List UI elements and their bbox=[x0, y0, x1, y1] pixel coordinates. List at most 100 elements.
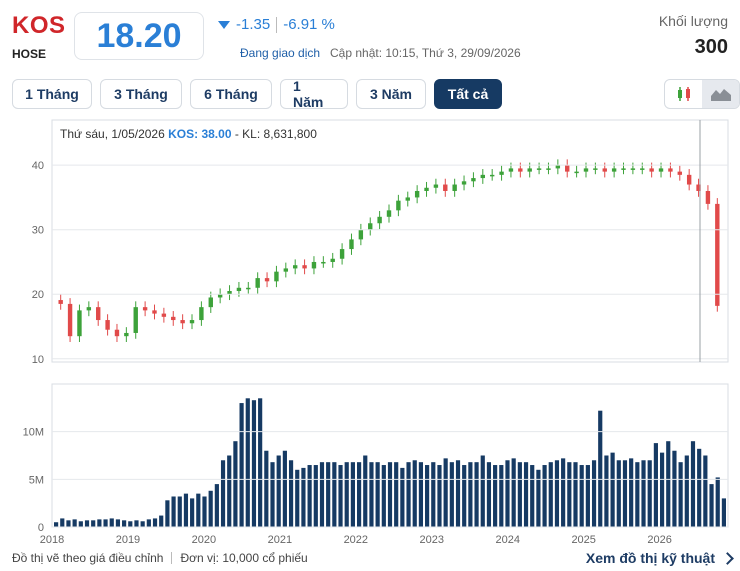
chart-axes: 10 20 30 40 0 5M 10M 2018 2019 2020 2021 2022 2023 20… bbox=[23, 119, 729, 544]
volume-bar bbox=[350, 462, 355, 527]
volume-bar bbox=[548, 462, 553, 527]
volume-bar bbox=[443, 458, 448, 527]
volume-bar bbox=[109, 518, 114, 527]
volume-bar bbox=[165, 500, 170, 527]
volume-bar bbox=[672, 450, 677, 527]
price-candle bbox=[264, 278, 270, 282]
tab-6-months[interactable]: 6 Tháng bbox=[190, 79, 272, 109]
price-box: 18.20 bbox=[74, 12, 204, 60]
price-candle bbox=[161, 313, 167, 317]
price-candle bbox=[236, 287, 242, 292]
volume-bar bbox=[177, 496, 182, 527]
price-tick-label: 30 bbox=[32, 225, 44, 237]
volume-bar bbox=[474, 462, 479, 527]
volume-bar bbox=[387, 462, 393, 527]
chart-tooltip: Thứ sáu, 1/05/2026 KOS: 38.00 - KL: 8,63… bbox=[60, 127, 317, 141]
tab-3-years[interactable]: 3 Năm bbox=[356, 79, 426, 109]
volume-bar bbox=[332, 462, 337, 527]
exchange-label: HOSE bbox=[12, 47, 47, 61]
volume-bar bbox=[159, 515, 164, 527]
price-candle bbox=[180, 320, 185, 324]
volume-bar bbox=[678, 462, 683, 527]
price-candle bbox=[274, 271, 279, 282]
volume-bar bbox=[134, 520, 139, 527]
volume-bar bbox=[363, 455, 368, 527]
volume-bar bbox=[684, 455, 689, 527]
candlestick-button[interactable] bbox=[665, 80, 702, 108]
tab-1-month[interactable]: 1 Tháng bbox=[12, 79, 92, 109]
price-candle bbox=[311, 261, 317, 269]
adjusted-price-note: Đồ thị vẽ theo giá điều chỉnh bbox=[12, 551, 164, 565]
volume-bar bbox=[721, 498, 726, 527]
volume-bar bbox=[598, 410, 603, 527]
volume-bar bbox=[641, 460, 646, 527]
volume-bar bbox=[190, 498, 195, 527]
price-candle bbox=[518, 168, 523, 172]
tab-all[interactable]: Tất cả bbox=[434, 79, 502, 109]
price-candle bbox=[199, 307, 204, 321]
volume-bar bbox=[486, 462, 492, 527]
price-candle bbox=[649, 168, 654, 172]
range-tabs: 1 Tháng 3 Tháng 6 Tháng 1 Năm 3 Năm Tất … bbox=[12, 78, 502, 110]
volume-bar bbox=[251, 400, 257, 527]
tooltip-volume: - KL: 8,631,800 bbox=[235, 127, 317, 141]
volume-bar bbox=[84, 520, 90, 527]
chart-footnote: Đồ thị vẽ theo giá điều chỉnh Đơn vị: 10… bbox=[12, 551, 308, 565]
volume-bar bbox=[270, 462, 275, 527]
price-candle bbox=[621, 168, 626, 170]
volume-bar bbox=[301, 467, 306, 527]
volume-bar bbox=[103, 519, 108, 527]
volume-bar bbox=[629, 458, 634, 527]
area-chart-button[interactable] bbox=[702, 80, 739, 108]
price-candle bbox=[686, 174, 692, 185]
volume-bar bbox=[542, 465, 547, 527]
volume-tick-label: 5M bbox=[29, 474, 44, 486]
price-candle bbox=[96, 307, 101, 321]
volume-bar bbox=[709, 484, 714, 527]
volume-bar bbox=[462, 465, 467, 527]
price-candle bbox=[77, 310, 82, 337]
volume-tick-label: 0 bbox=[38, 522, 44, 534]
price-candle bbox=[705, 190, 711, 204]
tab-1-year[interactable]: 1 Năm bbox=[280, 78, 348, 110]
volume-bar bbox=[505, 460, 510, 527]
price-candle bbox=[433, 184, 439, 188]
price-candle bbox=[283, 268, 289, 272]
price-candle bbox=[668, 168, 673, 172]
volume-bar bbox=[561, 458, 566, 527]
volume-bar bbox=[567, 462, 572, 527]
volume-bar bbox=[97, 519, 102, 527]
ticker-symbol: KOS bbox=[12, 12, 66, 39]
volume-bar bbox=[66, 520, 71, 527]
price-candle bbox=[255, 278, 260, 288]
price-candle bbox=[321, 261, 326, 264]
volume-bar bbox=[146, 519, 151, 527]
price-candle bbox=[489, 174, 495, 177]
price-candle bbox=[208, 297, 213, 308]
volume-bar bbox=[517, 462, 522, 527]
divider bbox=[171, 552, 173, 564]
price-candle bbox=[677, 171, 682, 175]
price-candle bbox=[142, 307, 148, 311]
tab-3-months[interactable]: 3 Tháng bbox=[100, 79, 182, 109]
current-price: 18.20 bbox=[96, 17, 182, 55]
price-candle bbox=[574, 171, 579, 174]
volume-bar bbox=[554, 460, 560, 527]
technical-chart-link[interactable]: Xem đồ thị kỹ thuật bbox=[586, 550, 740, 566]
volume-bar bbox=[703, 455, 708, 527]
volume-bar bbox=[326, 462, 331, 527]
update-time: Cập nhật: 10:15, Thứ 3, 29/09/2026 bbox=[330, 46, 521, 60]
price-candle bbox=[396, 200, 401, 211]
volume-label: Khối lượng bbox=[658, 13, 728, 29]
divider bbox=[276, 16, 278, 33]
price-candle bbox=[386, 210, 392, 217]
volume-bar bbox=[319, 462, 325, 527]
volume-bar bbox=[394, 462, 399, 527]
volume-bar bbox=[480, 455, 485, 527]
price-candle bbox=[508, 168, 514, 172]
price-candle bbox=[536, 168, 542, 170]
price-change: -1.35 -6.91 % bbox=[218, 16, 335, 33]
volume-bar bbox=[295, 469, 300, 527]
volume-bar bbox=[666, 441, 671, 527]
volume-bar bbox=[227, 455, 232, 527]
